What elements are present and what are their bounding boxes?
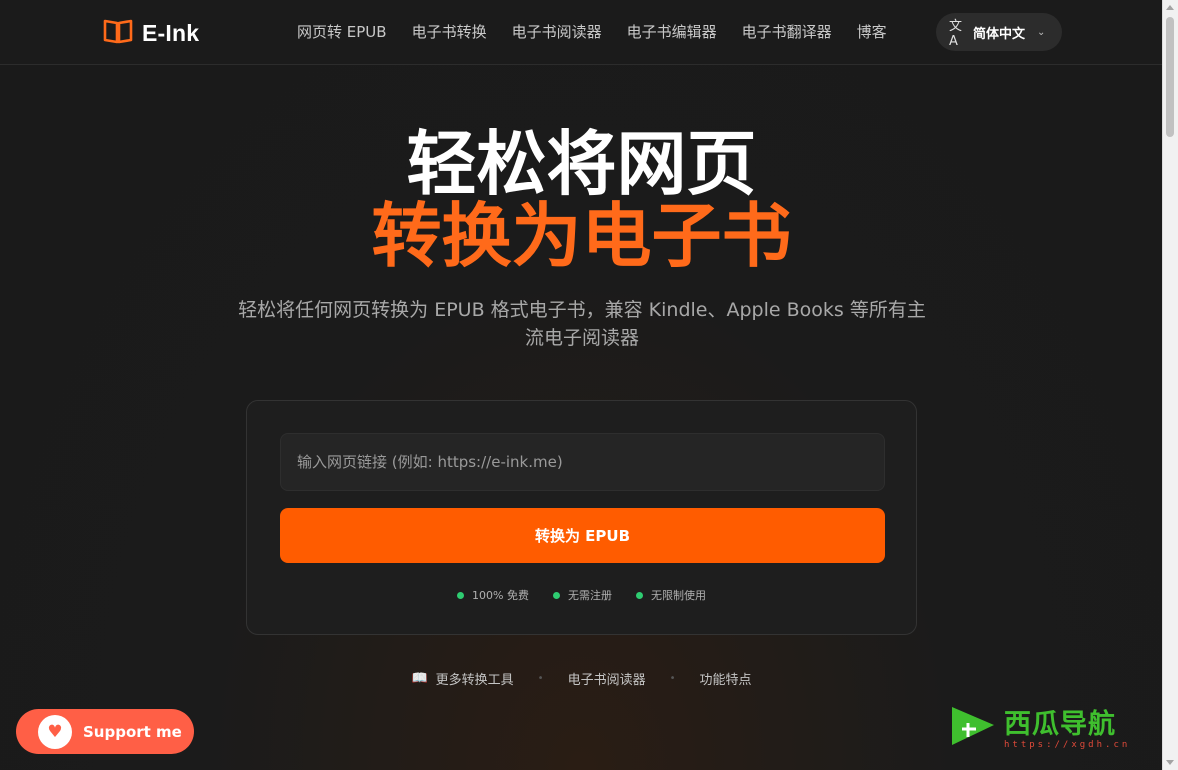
status-dot-icon (457, 591, 465, 599)
nav-ebook-translator[interactable]: 电子书翻译器 (742, 21, 832, 42)
separator-dot: • (537, 673, 544, 684)
language-label: 简体中文 (973, 26, 1026, 42)
hero-title-line2: 转换为电子书 (371, 195, 792, 277)
logo[interactable]: E-Ink (102, 17, 199, 49)
watermark-logo-icon (952, 707, 994, 745)
link-more-tools[interactable]: 更多转换工具 (436, 669, 514, 688)
nav-ebook-editor[interactable]: 电子书编辑器 (627, 21, 717, 42)
main-nav: 网页转 EPUB 电子书转换 电子书阅读器 电子书编辑器 电子书翻译器 博客 (297, 21, 912, 42)
link-features[interactable]: 功能特点 (700, 669, 752, 688)
url-input[interactable] (280, 433, 885, 491)
bottom-links: 📖 更多转换工具 • 电子书阅读器 • 功能特点 (0, 669, 1163, 688)
open-book-icon: 📖 (411, 671, 428, 686)
page: E-Ink 网页转 EPUB 电子书转换 电子书阅读器 电子书编辑器 电子书翻译… (0, 0, 1163, 770)
feature-item: 无限制使用 (635, 587, 706, 603)
watermark-name: 西瓜导航 (1004, 709, 1116, 740)
support-label: Support me (83, 722, 182, 741)
vertical-scrollbar[interactable] (1162, 0, 1178, 770)
link-ebook-reader[interactable]: 电子书阅读器 (568, 669, 646, 688)
coffee-cup-icon: ♥ (38, 714, 72, 749)
scroll-thumb[interactable] (1166, 17, 1174, 137)
scroll-down-arrow-icon[interactable] (1166, 760, 1174, 765)
status-dot-icon (635, 591, 643, 599)
feature-item: 100% 免费 (457, 587, 529, 603)
feature-label: 无需注册 (567, 589, 612, 602)
scroll-up-arrow-icon[interactable] (1166, 5, 1174, 10)
status-dot-icon (552, 591, 560, 599)
nav-web-to-epub[interactable]: 网页转 EPUB (297, 21, 387, 42)
header: E-Ink 网页转 EPUB 电子书转换 电子书阅读器 电子书编辑器 电子书翻译… (0, 0, 1163, 65)
separator-dot: • (669, 673, 676, 684)
feature-label: 无限制使用 (650, 589, 706, 602)
watermark-url: https://xgdh.cn (1004, 740, 1131, 750)
convert-to-epub-button[interactable]: 转换为 EPUB (280, 508, 885, 563)
hero-subtitle: 轻松将任何网页转换为 EPUB 格式电子书，兼容 Kindle、Apple Bo… (238, 299, 926, 349)
language-selector[interactable]: 文A 简体中文 ⌄ (936, 13, 1062, 51)
book-logo-icon (102, 17, 134, 49)
logo-text: E-Ink (142, 19, 200, 46)
feature-label: 100% 免费 (472, 589, 529, 602)
nav-ebook-reader[interactable]: 电子书阅读器 (512, 21, 602, 42)
nav-ebook-converter[interactable]: 电子书转换 (412, 21, 487, 42)
converter-card: 转换为 EPUB 100% 免费 无需注册 无限制使用 (246, 400, 917, 635)
nav-blog[interactable]: 博客 (857, 21, 887, 42)
hero-title-line1: 轻松将网页 (406, 123, 757, 205)
support-me-button[interactable]: ♥ Support me (16, 709, 194, 754)
chevron-down-icon: ⌄ (1037, 26, 1046, 38)
translate-icon: 文A (949, 19, 963, 49)
feature-list: 100% 免费 无需注册 无限制使用 (247, 587, 916, 603)
watermark: 西瓜导航 https://xgdh.cn (948, 699, 1158, 759)
feature-item: 无需注册 (552, 587, 612, 603)
